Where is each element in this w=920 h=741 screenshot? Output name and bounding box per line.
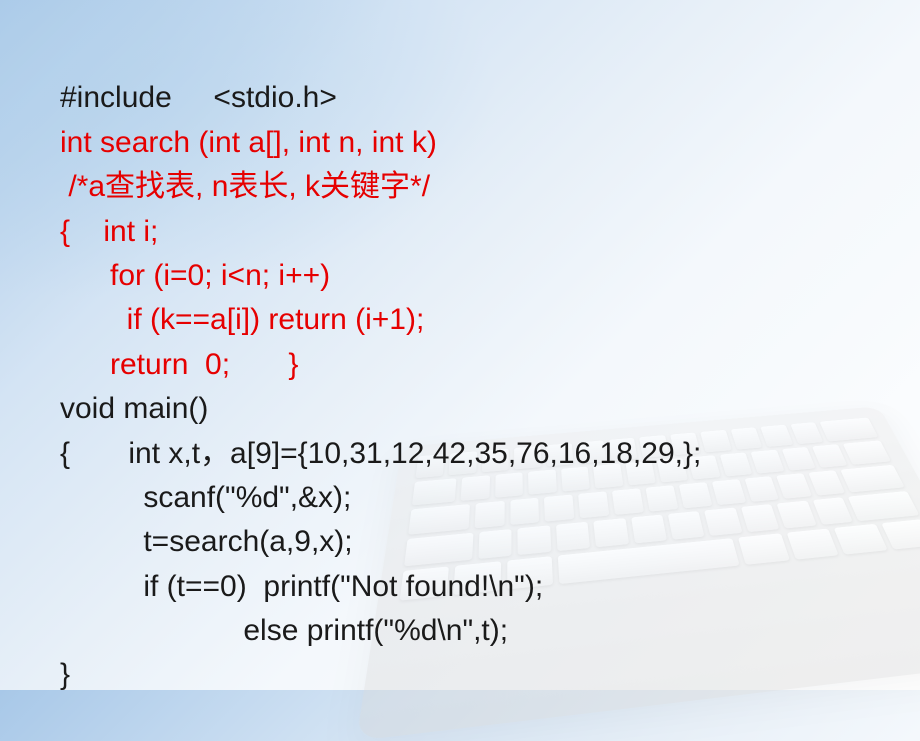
code-line-13: else printf("%d\n",t); xyxy=(60,614,508,647)
code-line-1: #include <stdio.h> xyxy=(60,81,337,114)
code-line-8: void main() xyxy=(60,392,208,425)
code-line-7: return 0; } xyxy=(60,348,298,381)
code-line-6: if (k==a[i]) return (i+1); xyxy=(60,303,424,336)
code-line-2: int search (int a[], int n, int k) xyxy=(60,126,437,159)
code-line-11: t=search(a,9,x); xyxy=(60,525,353,558)
code-line-3: /*a查找表, n表长, k关键字*/ xyxy=(60,170,430,203)
code-line-10: scanf("%d",&x); xyxy=(60,481,351,514)
code-line-4: { int i; xyxy=(60,215,158,248)
code-content: #include <stdio.h> int search (int a[], … xyxy=(0,0,920,698)
code-line-12: if (t==0) printf("Not found!\n"); xyxy=(60,570,543,603)
code-line-9: { int x,t，a[9]={10,31,12,42,35,76,16,18,… xyxy=(60,437,701,470)
code-line-5: for (i=0; i<n; i++) xyxy=(60,259,330,292)
code-line-14: } xyxy=(60,658,70,691)
